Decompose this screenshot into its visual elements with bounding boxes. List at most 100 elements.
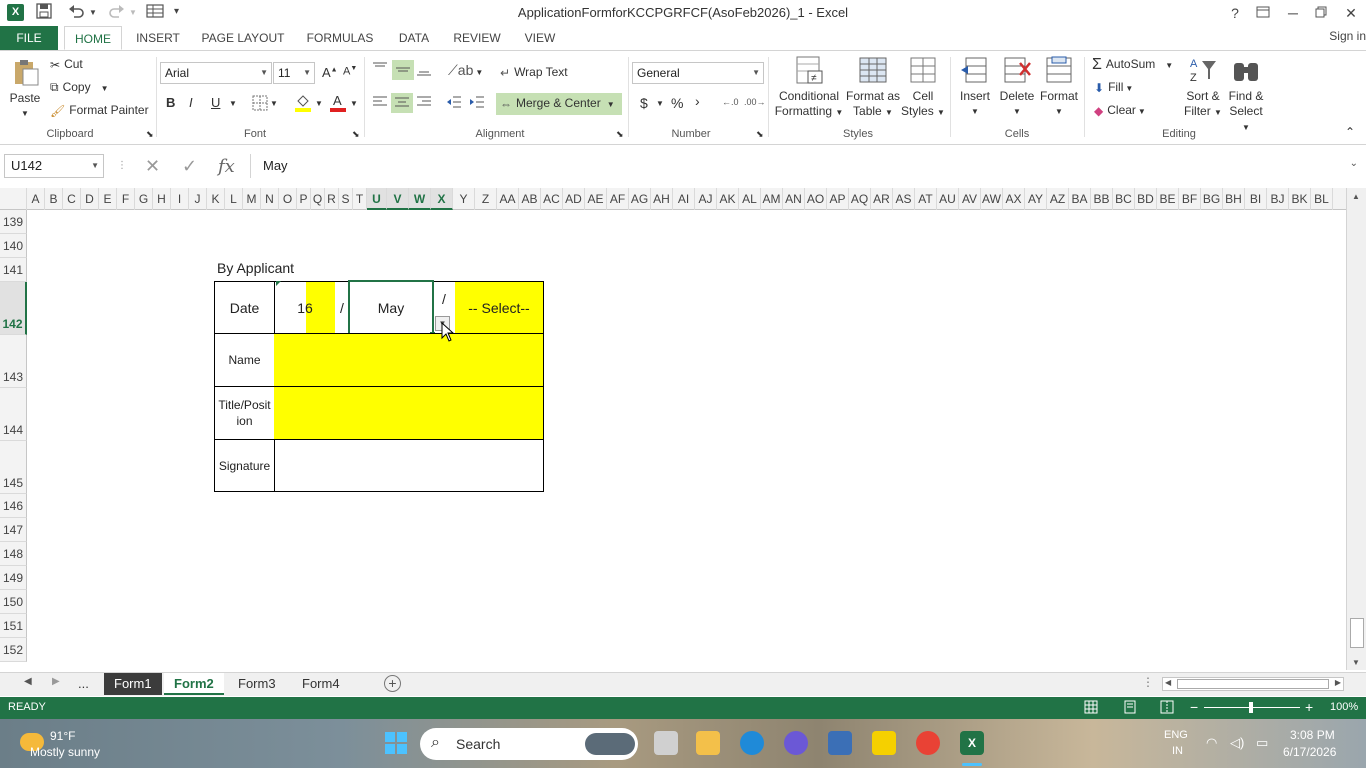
column-header[interactable]: BF — [1179, 188, 1201, 210]
column-header[interactable]: AW — [981, 188, 1003, 210]
fill-button[interactable]: ⬇ Fill ▼ — [1094, 80, 1133, 95]
redo-dropdown-icon[interactable]: ▼ — [129, 8, 137, 17]
clipboard-launcher-icon[interactable]: ⬊ — [146, 129, 154, 140]
scroll-down-icon[interactable]: ▼ — [1352, 658, 1360, 667]
redo-icon[interactable] — [107, 3, 125, 22]
column-header[interactable]: AQ — [849, 188, 871, 210]
undo-dropdown-icon[interactable]: ▼ — [89, 8, 97, 17]
align-right-button[interactable] — [416, 95, 432, 112]
tab-file[interactable]: FILE — [0, 26, 58, 50]
task-view-icon[interactable] — [654, 731, 678, 755]
weather-condition[interactable]: Mostly sunny — [30, 745, 100, 759]
column-header[interactable]: AE — [585, 188, 607, 210]
column-header[interactable]: W — [409, 188, 431, 210]
find-select-button[interactable]: Find & Select ▼ — [1224, 55, 1268, 135]
column-header[interactable]: AX — [1003, 188, 1025, 210]
clear-button[interactable]: ◆ Clear ▼ — [1094, 103, 1146, 118]
file-explorer-icon[interactable] — [696, 731, 720, 755]
column-header[interactable]: BC — [1113, 188, 1135, 210]
expand-formula-bar-icon[interactable]: ⌄ — [1350, 158, 1358, 169]
bottom-align-button[interactable] — [416, 61, 432, 80]
column-header[interactable]: N — [261, 188, 279, 210]
column-header[interactable]: Z — [475, 188, 497, 210]
column-header[interactable]: AJ — [695, 188, 717, 210]
increase-indent-button[interactable] — [469, 95, 485, 112]
sheet-tab-form4[interactable]: Form4 — [292, 673, 350, 695]
column-header[interactable]: R — [325, 188, 339, 210]
merge-center-button[interactable]: ⇔ Merge & Center ▼ — [496, 93, 622, 115]
name-input-cell[interactable] — [274, 333, 544, 387]
font-launcher-icon[interactable]: ⬊ — [352, 129, 360, 140]
column-header[interactable]: BG — [1201, 188, 1223, 210]
number-format-box[interactable]: General ▼ — [632, 62, 764, 84]
column-header[interactable]: AI — [673, 188, 695, 210]
delete-cells-button[interactable]: Delete ▼ — [996, 55, 1038, 119]
tab-splitter-icon[interactable]: ⋮ — [1142, 675, 1154, 689]
horizontal-scrollbar[interactable]: ◀ ▶ — [1162, 677, 1344, 691]
customize-qat-icon[interactable]: ▾ — [174, 6, 179, 17]
format-cells-button[interactable]: Format ▼ — [1038, 55, 1080, 119]
row-header[interactable]: 140 — [0, 234, 27, 258]
column-header[interactable]: AK — [717, 188, 739, 210]
decrease-decimal-icon[interactable]: .00→ — [744, 97, 766, 107]
app-icon[interactable] — [784, 731, 808, 755]
insert-function-button[interactable]: fx — [218, 156, 235, 177]
battery-icon[interactable]: ▭ — [1256, 735, 1268, 751]
alignment-launcher-icon[interactable]: ⬊ — [616, 129, 624, 140]
sheet-tab-form3[interactable]: Form3 — [228, 673, 286, 695]
sign-in-link[interactable]: Sign in — [1329, 26, 1366, 46]
next-sheet-icon[interactable]: ▶ — [52, 676, 60, 687]
column-header[interactable]: BE — [1157, 188, 1179, 210]
comma-button[interactable]: › — [695, 93, 700, 109]
column-header[interactable]: BK — [1289, 188, 1311, 210]
month-cell-selected[interactable]: May — [348, 280, 434, 335]
form-view-icon[interactable] — [146, 3, 164, 22]
select-all-corner[interactable] — [0, 188, 27, 210]
row-header[interactable]: 139 — [0, 210, 27, 234]
undo-icon[interactable] — [68, 3, 86, 22]
ribbon-display-options-button[interactable] — [1248, 2, 1278, 24]
page-break-view-icon[interactable] — [1160, 700, 1174, 717]
column-header[interactable]: BL — [1311, 188, 1333, 210]
column-header[interactable]: BI — [1245, 188, 1267, 210]
column-header[interactable]: AA — [497, 188, 519, 210]
chrome-browser-icon[interactable] — [916, 731, 940, 755]
center-align-button[interactable] — [391, 93, 413, 113]
prev-sheet-icon[interactable]: ◀ — [24, 676, 32, 687]
title-input-cell[interactable] — [274, 386, 544, 440]
row-header[interactable]: 150 — [0, 590, 27, 614]
column-header[interactable]: AS — [893, 188, 915, 210]
font-color-button[interactable]: A — [329, 93, 347, 116]
tab-formulas[interactable]: FORMULAS — [300, 26, 380, 50]
borders-dropdown-icon[interactable]: ▼ — [270, 99, 278, 108]
font-color-dropdown-icon[interactable]: ▼ — [350, 99, 358, 108]
column-header[interactable]: BD — [1135, 188, 1157, 210]
tab-review[interactable]: REVIEW — [446, 26, 508, 50]
row-header[interactable]: 142 — [0, 282, 27, 335]
paste-button[interactable]: Paste ▼ — [4, 57, 46, 121]
year-select-cell[interactable]: -- Select-- — [455, 282, 543, 333]
percent-button[interactable]: % — [671, 95, 683, 111]
orientation-button[interactable]: ⟋ab ▼ — [448, 62, 483, 79]
column-header[interactable]: V — [387, 188, 409, 210]
row-header[interactable]: 141 — [0, 258, 27, 282]
column-header[interactable]: BJ — [1267, 188, 1289, 210]
middle-align-button[interactable] — [392, 60, 414, 80]
column-header[interactable]: M — [243, 188, 261, 210]
tab-insert[interactable]: INSERT — [130, 26, 186, 50]
column-header[interactable]: P — [297, 188, 311, 210]
fill-color-button[interactable] — [294, 93, 312, 116]
bold-button[interactable]: B — [166, 95, 175, 110]
column-header[interactable]: AT — [915, 188, 937, 210]
scroll-right-icon[interactable]: ▶ — [1335, 678, 1341, 687]
column-header[interactable]: AP — [827, 188, 849, 210]
column-header[interactable]: AY — [1025, 188, 1047, 210]
scroll-left-icon[interactable]: ◀ — [1165, 678, 1171, 687]
zoom-out-button[interactable]: − — [1190, 699, 1198, 715]
column-header[interactable]: Y — [453, 188, 475, 210]
increase-font-icon[interactable]: A▲ — [322, 65, 338, 80]
cancel-entry-icon[interactable]: ✕ — [145, 156, 160, 177]
more-sheets-button[interactable]: ... — [78, 676, 89, 691]
page-layout-view-icon[interactable] — [1123, 700, 1137, 717]
tab-view[interactable]: VIEW — [518, 26, 562, 50]
